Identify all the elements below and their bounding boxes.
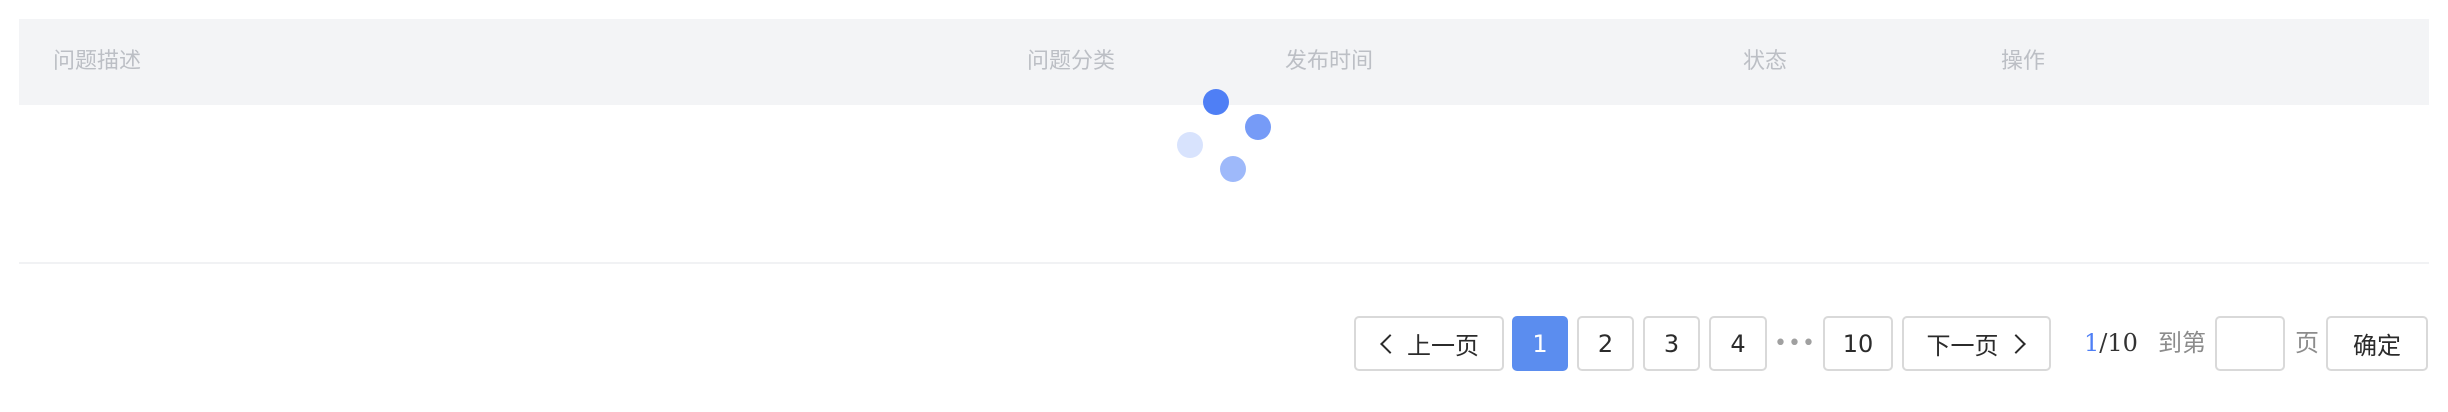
- pagination-ellipsis[interactable]: •••: [1774, 316, 1815, 371]
- page-button-3[interactable]: 3: [1643, 316, 1700, 371]
- spinner-dot: [1203, 89, 1229, 115]
- page-button-10[interactable]: 10: [1823, 316, 1893, 371]
- spinner-dot: [1220, 156, 1246, 182]
- confirm-goto-button[interactable]: 确定: [2326, 316, 2428, 371]
- column-header-category: 问题分类: [1027, 49, 1116, 74]
- prev-page-button[interactable]: 上一页: [1354, 316, 1504, 371]
- page-button-4[interactable]: 4: [1709, 316, 1767, 371]
- chevron-right-icon: [2005, 333, 2026, 354]
- total-pages: /10: [2099, 329, 2138, 357]
- chevron-left-icon: [1380, 333, 1400, 354]
- next-page-button[interactable]: 下一页: [1902, 316, 2051, 371]
- goto-prefix-label: 到第: [2158, 329, 2206, 357]
- column-header-status: 状态: [1743, 49, 1788, 74]
- spinner-dot: [1177, 132, 1203, 158]
- page-button-1[interactable]: 1: [1512, 316, 1568, 371]
- loading-spinner-icon: [1170, 88, 1271, 188]
- next-page-label: 下一页: [1926, 332, 1999, 360]
- goto-page-input[interactable]: [2215, 316, 2285, 371]
- column-header-actions: 操作: [2001, 49, 2046, 74]
- page-count: 1/10: [2084, 316, 2138, 371]
- table-divider: [19, 262, 2429, 264]
- goto-suffix-label: 页: [2295, 329, 2319, 357]
- current-page-number: 1: [2084, 329, 2100, 357]
- spinner-dot: [1245, 114, 1271, 140]
- page: 问题描述 问题分类 发布时间 状态 操作 上一页 1 2 3 4 ••• 10 …: [0, 0, 2448, 412]
- column-header-publish-time: 发布时间: [1285, 49, 1374, 74]
- column-header-description: 问题描述: [53, 49, 142, 74]
- page-button-2[interactable]: 2: [1577, 316, 1634, 371]
- prev-page-label: 上一页: [1407, 332, 1479, 360]
